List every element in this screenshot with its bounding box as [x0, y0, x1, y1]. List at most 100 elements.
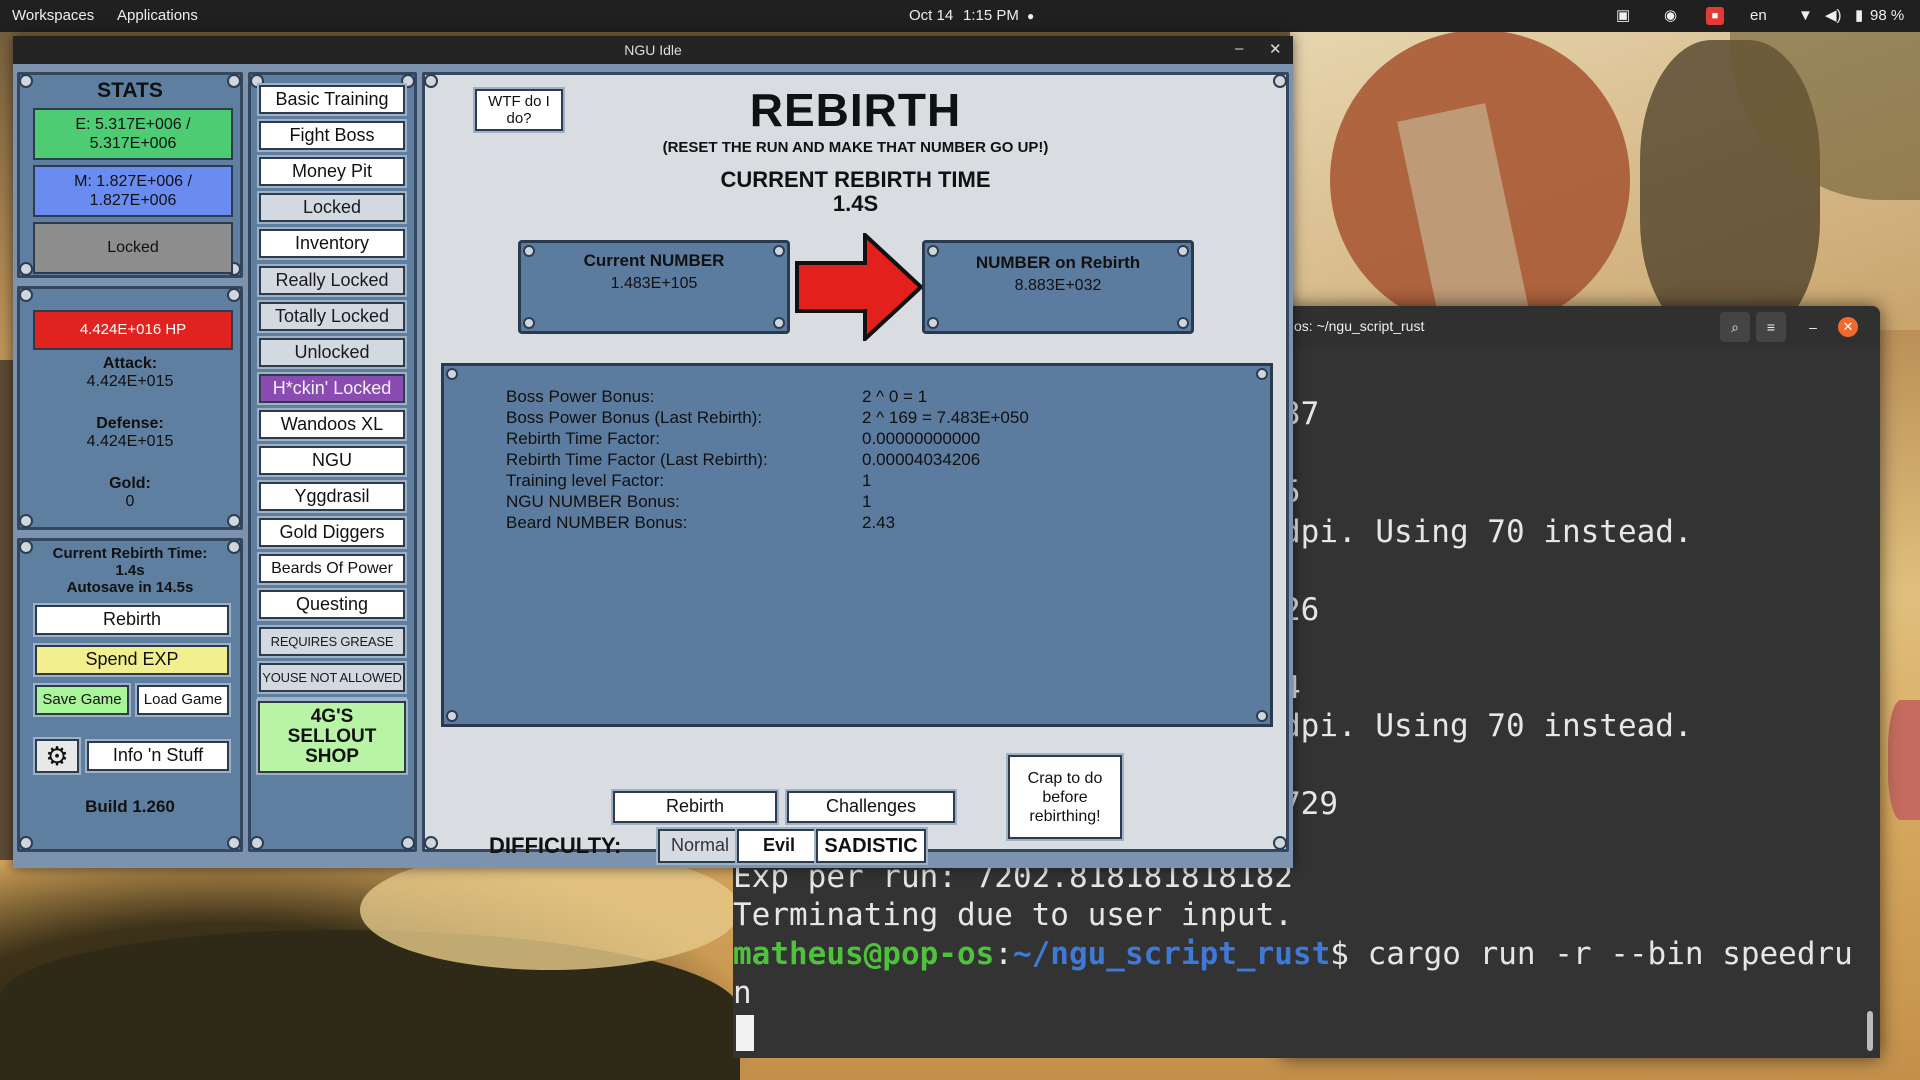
wifi-icon[interactable]: ▼ [1798, 0, 1813, 32]
gold-value: 0 [125, 493, 135, 510]
close-icon[interactable]: ✕ [1838, 317, 1858, 337]
menu-item-wandoos-xl[interactable]: Wandoos XL [259, 409, 405, 439]
factor-value: 2 ^ 0 = 1 [862, 387, 928, 406]
bolt-icon [19, 514, 33, 528]
locked-bar: Locked [33, 222, 233, 274]
rebirth-button[interactable]: Rebirth [35, 605, 229, 635]
current-rebirth-time-value: 1.4S [832, 191, 879, 216]
menu-item-fight-boss[interactable]: Fight Boss [259, 121, 405, 151]
factor-label: NGU NUMBER Bonus: [506, 492, 680, 511]
factor-label: Rebirth Time Factor: [506, 429, 660, 448]
menu-item-unlocked[interactable]: Unlocked [259, 337, 405, 367]
rebirth-action-button[interactable]: Rebirth [613, 791, 777, 823]
menu-icon[interactable]: ≡ [1756, 312, 1786, 342]
settings-gear-icon[interactable]: ⚙ [35, 739, 79, 773]
terminal-title: os: ~/ngu_script_rust [1294, 318, 1425, 334]
menu-item-requires-grease[interactable]: REQUIRES GREASE [259, 626, 405, 656]
top-panel: Workspaces Applications Oct 14 1:15 PM ●… [0, 0, 1920, 32]
close-icon[interactable]: ✕ [1269, 40, 1282, 58]
menu-item-totally-locked[interactable]: Totally Locked [259, 301, 405, 331]
current-number-box: Current NUMBER 1.483E+105 [518, 240, 790, 334]
bolt-icon [227, 288, 241, 302]
factor-label: Boss Power Bonus (Last Rebirth): [506, 408, 763, 427]
terminal-line: dpi. Using 70 instead. [1282, 708, 1693, 744]
game-titlebar[interactable]: NGU Idle – ✕ [13, 36, 1293, 64]
steam-icon[interactable]: ◉ [1664, 0, 1677, 32]
workspaces-button[interactable]: Workspaces [12, 0, 94, 32]
menu-item-really-locked[interactable]: Really Locked [259, 265, 405, 295]
energy-bar[interactable]: E: 5.317E+006 / 5.317E+006 [33, 108, 233, 160]
bolt-icon [401, 836, 415, 850]
menu-item-ngu[interactable]: NGU [259, 446, 405, 475]
menu-item-locked[interactable]: Locked [259, 193, 405, 223]
menu-item-beards-of-power[interactable]: Beards Of Power [259, 554, 405, 584]
defense-label: Defense: [96, 415, 164, 432]
menu-item-youse-not-allowed[interactable]: YOUSE NOT ALLOWED [259, 662, 405, 692]
menu-item-h-ckin-locked[interactable]: H*ckin' Locked [259, 373, 405, 403]
defense-value: 4.424E+015 [86, 433, 174, 450]
difficulty-normal-button[interactable]: Normal [658, 829, 742, 863]
clock-date[interactable]: Oct 14 [909, 0, 953, 32]
record-indicator-icon[interactable]: ■ [1706, 7, 1724, 25]
crap-to-do-button[interactable]: Crap to do before rebirthing! [1008, 755, 1122, 839]
challenges-button[interactable]: Challenges [787, 791, 955, 823]
battery-level[interactable]: 98 % [1870, 0, 1904, 32]
factor-label: Beard NUMBER Bonus: [506, 513, 688, 532]
search-icon[interactable]: ⌕ [1720, 312, 1750, 342]
ngu-idle-window[interactable]: NGU Idle – ✕ STATS E: 5.317E+006 / 5.317… [13, 36, 1293, 868]
bolt-icon [773, 317, 785, 329]
hp-bar[interactable]: 4.424E+016 HP [33, 310, 233, 350]
load-game-button[interactable]: Load Game [137, 685, 229, 715]
spend-exp-button[interactable]: Spend EXP [35, 645, 229, 675]
attack-label: Attack: [102, 355, 158, 372]
sellout-shop-button[interactable]: 4G'S SELLOUT SHOP [258, 701, 406, 773]
factor-list: Boss Power Bonus: 2 ^ 0 = 1 Boss Power Bon… [444, 366, 1270, 724]
menu-item-inventory[interactable]: Inventory [259, 229, 405, 259]
terminal-header[interactable]: os: ~/ngu_script_rust ⌕ ≡ – ✕ [1282, 306, 1880, 348]
factor-value: 1 [862, 471, 872, 490]
battery-icon[interactable]: ▮ [1855, 0, 1863, 32]
factor-value: 2.43 [862, 513, 896, 532]
autosave-timer: Autosave in 14.5s [66, 579, 194, 596]
factor-value: 0.00000000000 [862, 429, 981, 448]
bolt-icon [523, 317, 535, 329]
magic-bar[interactable]: M: 1.827E+006 / 1.827E+006 [33, 165, 233, 217]
current-rebirth-time-label: CURRENT REBIRTH TIME [720, 167, 991, 192]
menu-item-money-pit[interactable]: Money Pit [259, 157, 405, 187]
terminal-scrollbar[interactable] [1867, 1011, 1873, 1051]
applications-button[interactable]: Applications [117, 0, 198, 32]
difficulty-evil-button[interactable]: Evil [737, 829, 821, 863]
menu-item-yggdrasil[interactable]: Yggdrasil [259, 482, 405, 512]
volume-icon[interactable]: ◀) [1825, 0, 1842, 32]
bolt-icon [227, 514, 241, 528]
difficulty-sadistic-button[interactable]: SADISTIC [816, 829, 926, 863]
minimize-icon[interactable]: – [1235, 40, 1243, 57]
rebirth-panel: WTF do I do? REBIRTH (RESET THE RUN AND … [422, 72, 1289, 863]
info-n-stuff-button[interactable]: Info 'n Stuff [87, 741, 229, 771]
screen-share-icon[interactable]: ▣ [1616, 0, 1630, 32]
terminal-output-lower[interactable]: Exp per run: 7202.818181818182 Terminati… [733, 851, 1880, 1058]
actions-frame: Current Rebirth Time: 1.4s Autosave in 1… [17, 538, 243, 852]
attack-value: 4.424E+015 [86, 373, 174, 390]
build-version: Build 1.260 [85, 797, 175, 816]
terminal-line: dpi. Using 70 instead. [1282, 514, 1693, 550]
save-game-button[interactable]: Save Game [35, 685, 129, 715]
combat-stats-frame: 4.424E+016 HP Attack: 4.424E+015 Defense… [17, 286, 243, 530]
clock-time[interactable]: 1:15 PM [963, 0, 1019, 32]
rebirth-subtitle: (RESET THE RUN AND MAKE THAT NUMBER GO U… [662, 139, 1049, 156]
prompt-path: ~/ngu_script_rust [1012, 936, 1331, 972]
bolt-icon [927, 317, 939, 329]
prompt-separator: : [994, 936, 1013, 972]
menu-item-questing[interactable]: Questing [259, 590, 405, 620]
bolt-icon [1273, 836, 1287, 850]
terminal-prompt-line: matheus@pop-os:~/ngu_script_rust$ cargo … [733, 936, 1853, 972]
rebirth-number-box: NUMBER on Rebirth 8.883E+032 [922, 240, 1194, 334]
rebirth-title: REBIRTH [749, 84, 962, 136]
gold-label: Gold: [109, 475, 151, 492]
menu-item-gold-diggers[interactable]: Gold Diggers [259, 518, 405, 548]
stats-frame: STATS E: 5.317E+006 / 5.317E+006 M: 1.82… [17, 72, 243, 278]
factor-value: 1 [862, 492, 872, 511]
minimize-icon[interactable]: – [1798, 312, 1828, 342]
keyboard-language[interactable]: en [1750, 0, 1767, 32]
menu-item-basic-training[interactable]: Basic Training [259, 85, 405, 114]
